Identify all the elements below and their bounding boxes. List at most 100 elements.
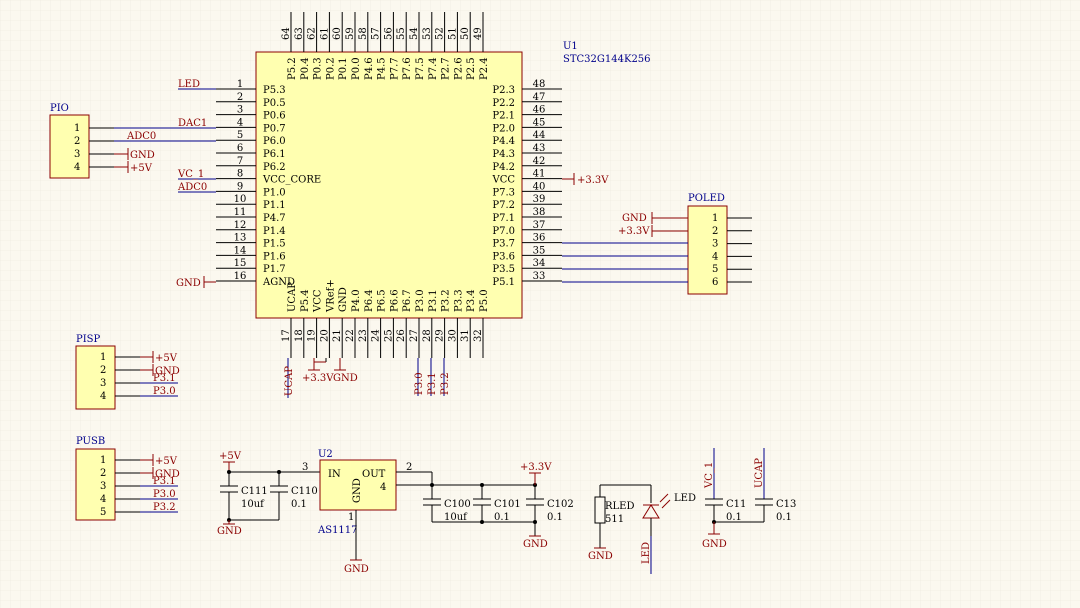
- reg-part: AS1117: [317, 525, 358, 536]
- reg-ref: U2: [318, 449, 333, 460]
- pin-num-13: 13: [234, 233, 247, 244]
- poled-pins-4: 4: [712, 251, 718, 262]
- pin-name-2: P0.5: [263, 98, 286, 109]
- pin-num-18: 18: [294, 329, 305, 342]
- pin-num-23: 23: [358, 329, 369, 342]
- pin-name-26: P6.7: [402, 289, 413, 312]
- cap-c101-ref: C101: [494, 499, 521, 510]
- pin-num-7: 7: [237, 156, 243, 167]
- poled-pins-5: 5: [712, 264, 718, 275]
- pin-name-12: P1.4: [263, 226, 286, 237]
- pin-name-53: P7.4: [428, 57, 439, 80]
- pin-num-34: 34: [533, 258, 546, 269]
- net-dac1: DAC1: [178, 118, 207, 129]
- pin-name-32: P5.0: [479, 289, 490, 312]
- pin-name-3: P0.6: [263, 111, 286, 122]
- resistor-rled: [594, 496, 606, 524]
- pin-name-44: P4.4: [492, 136, 515, 147]
- pin-num-1: 1: [237, 79, 243, 90]
- pin-num-5: 5: [237, 130, 243, 141]
- led-label: LED: [674, 493, 696, 504]
- reg-out-gnd: GND: [523, 539, 548, 550]
- poled-ref: POLED: [688, 193, 725, 204]
- pin-name-43: P4.3: [492, 149, 515, 160]
- pin-num-42: 42: [533, 156, 546, 167]
- pin-name-59: P0.0: [351, 57, 362, 80]
- pin-num-24: 24: [371, 329, 382, 342]
- pin-num-19: 19: [307, 329, 318, 342]
- pin-name-30: P3.3: [453, 289, 464, 312]
- pin-name-57: P4.5: [377, 57, 388, 80]
- pin-num-40: 40: [533, 181, 546, 192]
- pin-num-4: 4: [237, 117, 243, 128]
- pin-name-7: P6.2: [263, 162, 286, 173]
- pin-num-3: 3: [237, 105, 243, 116]
- cap-c101-val: 0.1: [494, 512, 510, 523]
- pisp-net-p30: P3.0: [153, 386, 176, 397]
- pio-ref: PIO: [50, 103, 69, 114]
- pin-num-2: 2: [237, 92, 243, 103]
- pin-name-38: P7.1: [492, 213, 515, 224]
- pin-name-23: P6.4: [364, 289, 375, 312]
- pin-num-10: 10: [234, 194, 247, 205]
- pusb-net-p31: P3.1: [153, 476, 176, 487]
- pin-name-17: UCAP: [287, 282, 298, 312]
- pisp-pins-3: 3: [100, 378, 106, 389]
- cap-c111-val: 10uf: [241, 499, 265, 510]
- pin-num-49: 49: [473, 27, 484, 40]
- cap-c110-ref: C110: [291, 486, 318, 497]
- pin-name-58: P4.6: [364, 57, 375, 80]
- pusb-net-5v: +5V: [155, 456, 178, 467]
- pin-num-21: 21: [332, 329, 343, 342]
- pio-net-5v: +5V: [130, 163, 153, 174]
- pin-name-61: P0.2: [325, 57, 336, 80]
- net-vc1: VC_1: [177, 169, 204, 180]
- pin-name-15: P1.7: [263, 264, 286, 275]
- pin-num-63: 63: [294, 27, 305, 40]
- cap-c102-ref: C102: [547, 499, 574, 510]
- schematic-sheet: 1 P5.3 2 P0.5 3 P0.6 4 P0.7 5 P6.0 6 P6.1 7 P6.2 8 VCC_…: [0, 0, 1080, 608]
- pin-num-58: 58: [358, 27, 369, 40]
- pusb-pins-1: 1: [100, 455, 106, 466]
- pin-name-24: P6.5: [377, 289, 388, 312]
- reg-pin-3: 3: [302, 462, 308, 473]
- rled-val: 511: [605, 514, 624, 525]
- pin-name-56: P7.7: [389, 57, 400, 80]
- pin-num-39: 39: [533, 194, 546, 205]
- poled-pins-1: 1: [712, 213, 718, 224]
- pisp-ref: PISP: [76, 334, 101, 345]
- pin-num-28: 28: [422, 329, 433, 342]
- pin-num-44: 44: [533, 130, 546, 141]
- pin-name-39: P7.2: [492, 200, 515, 211]
- pin-name-64: P5.2: [287, 57, 298, 80]
- pusb-net-p32: P3.2: [153, 502, 176, 513]
- caps-gnd: GND: [702, 539, 727, 550]
- pisp-net-p31: P3.1: [153, 373, 176, 384]
- pio-pin-1: 1: [74, 123, 80, 134]
- pin-num-59: 59: [345, 27, 356, 40]
- pin-name-60: P0.1: [338, 57, 349, 80]
- pin-num-12: 12: [234, 220, 247, 231]
- reg-net-5v: +5V: [219, 451, 242, 462]
- pin-num-25: 25: [383, 329, 394, 342]
- pin-name-6: P6.1: [263, 149, 286, 160]
- pin-num-50: 50: [460, 27, 471, 40]
- pin-name-37: P7.0: [492, 226, 515, 237]
- pin-name-52: P2.7: [441, 57, 452, 80]
- pin-num-36: 36: [533, 233, 546, 244]
- reg-gnd: GND: [344, 564, 369, 575]
- pin-num-6: 6: [237, 143, 243, 154]
- net-agnd-gnd: GND: [176, 278, 201, 289]
- pin-name-36: P3.7: [492, 239, 515, 250]
- pin-name-20: VRef+: [325, 279, 336, 313]
- pin-num-43: 43: [533, 143, 546, 154]
- pin-num-14: 14: [234, 245, 247, 256]
- pisp-pins-1: 1: [100, 352, 106, 363]
- pin-num-35: 35: [533, 245, 546, 256]
- pin-num-53: 53: [422, 27, 433, 40]
- net-bottom-p31: P3.1: [427, 372, 438, 395]
- pin-name-62: P0.3: [313, 57, 324, 80]
- pusb-pins-2: 2: [100, 468, 106, 479]
- pin-num-46: 46: [533, 105, 546, 116]
- reg-out-3v3: +3.3V: [520, 462, 552, 473]
